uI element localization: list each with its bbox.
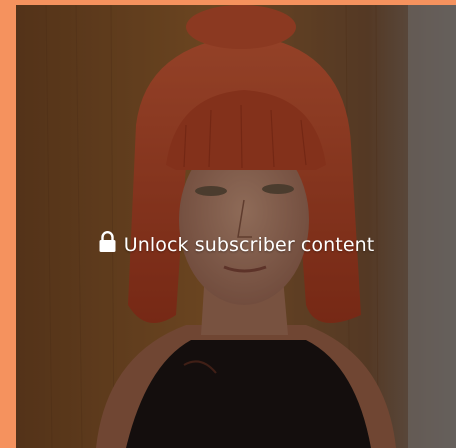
unlock-label: Unlock subscriber content [123,234,375,256]
unlock-subscriber-button[interactable]: Unlock subscriber content [16,228,456,262]
lock-icon [99,231,116,252]
dim-overlay [16,5,456,448]
page-background: Unlock subscriber content [0,0,456,448]
locked-content-card[interactable]: Unlock subscriber content [16,5,456,448]
